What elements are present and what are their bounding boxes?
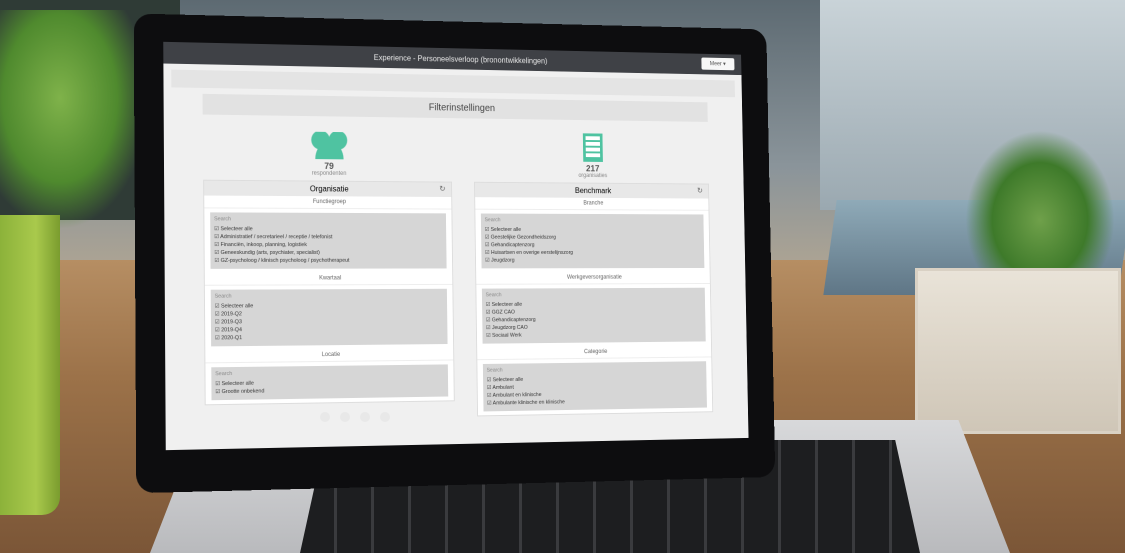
list-item[interactable]: ☑ 2020-Q1: [215, 332, 444, 342]
list-item[interactable]: ☑ Jeugdzorg: [485, 257, 701, 265]
close-icon[interactable]: [320, 412, 330, 422]
people-icon: [306, 131, 351, 160]
wooden-crate: [915, 268, 1121, 434]
list-item[interactable]: ☑ Financiën, inkoop, planning, logistiek: [214, 241, 442, 249]
banner: [171, 69, 735, 98]
panel-header: Organisatie ↻: [204, 180, 452, 198]
search-input[interactable]: Search: [214, 216, 442, 223]
refresh-icon[interactable]: ↻: [697, 186, 703, 194]
filter-list: Search ☑ Selecteer alle ☑ Administratief…: [210, 212, 447, 269]
more-button[interactable]: Meer ▾: [701, 57, 735, 71]
left-column: 79 respondenten Organisatie ↻ Functiegro…: [203, 122, 455, 421]
filter-list: Search ☑ Selecteer alle ☑ Grootte onbeke…: [211, 364, 449, 401]
filter-list: Search ☑ Selecteer alle ☑ Geestelijke Ge…: [480, 213, 705, 269]
list-item[interactable]: ☑ GZ-psycholoog / klinisch psycholoog / …: [214, 257, 442, 265]
filter-list: Search ☑ Selecteer alle ☑ GGZ CAO ☑ Geha…: [481, 287, 706, 344]
settings-icon[interactable]: [380, 412, 390, 422]
list-item[interactable]: ☑ Gehandicaptenzorg: [485, 241, 701, 249]
search-input[interactable]: Search: [215, 368, 444, 377]
laptop-lid: Experience - Personeelsverloop (bronontw…: [133, 13, 776, 494]
filter-list: Search ☑ Selecteer alle ☑ Ambulant ☑ Amb…: [482, 361, 707, 412]
search-input[interactable]: Search: [486, 292, 702, 298]
section-title: Kwartaal: [204, 272, 453, 286]
respondents-stat: 79 respondenten: [203, 130, 452, 177]
panel-title: Benchmark: [574, 186, 612, 196]
panel-title: Organisatie: [309, 184, 349, 194]
benchmark-panel: Benchmark ↻ Branche Search ☑ Selecteer a…: [474, 181, 714, 417]
window-title: Experience - Personeelsverloop (bronontw…: [373, 52, 548, 66]
respondents-label: respondenten: [311, 170, 347, 177]
organisation-panel: Organisatie ↻ Functiegroep Search ☑ Sele…: [203, 179, 455, 406]
search-input[interactable]: Search: [487, 365, 703, 374]
plant-pot: [0, 215, 60, 515]
right-column: 217 organisaties Benchmark ↻ Branche Sea…: [473, 126, 714, 417]
building-icon: [582, 133, 603, 162]
organisations-label: organisaties: [578, 173, 608, 180]
filter-list: Search ☑ Selecteer alle ☑ 2019-Q2 ☑ 2019…: [210, 288, 448, 347]
section-title: Branche: [475, 197, 709, 211]
grid-icon[interactable]: [340, 412, 350, 422]
section-title: Locatie: [205, 347, 454, 364]
search-input[interactable]: Search: [215, 293, 444, 300]
filter-title: Filterinstellingen: [202, 93, 708, 122]
list-item[interactable]: ☑ Huisartsen en overige eerstelijnszorg: [485, 249, 701, 257]
list-item[interactable]: ☑ Administratief / secretarieel / recept…: [214, 233, 442, 241]
list-item[interactable]: ☑ Geneeskundig (arts, psychiater, specia…: [214, 249, 442, 257]
print-icon[interactable]: [360, 412, 370, 422]
plant-left: [0, 10, 150, 230]
succulent: [965, 130, 1115, 280]
window-titlebar: Experience - Personeelsverloop (bronontw…: [163, 41, 742, 76]
refresh-icon[interactable]: ↻: [439, 184, 445, 193]
section-title: Functiegroep: [204, 195, 452, 210]
organisations-stat: 217 organisaties: [473, 132, 708, 180]
list-item[interactable]: ☑ Sociaal Werk: [486, 330, 702, 340]
panel-header: Benchmark ↻: [474, 182, 709, 199]
laptop-screen: Experience - Personeelsverloop (bronontw…: [163, 41, 749, 451]
section-title: Werkgeversorganisatie: [476, 271, 710, 285]
search-input[interactable]: Search: [485, 217, 700, 223]
dock: [320, 412, 390, 422]
section-title: Categorie: [477, 345, 712, 361]
